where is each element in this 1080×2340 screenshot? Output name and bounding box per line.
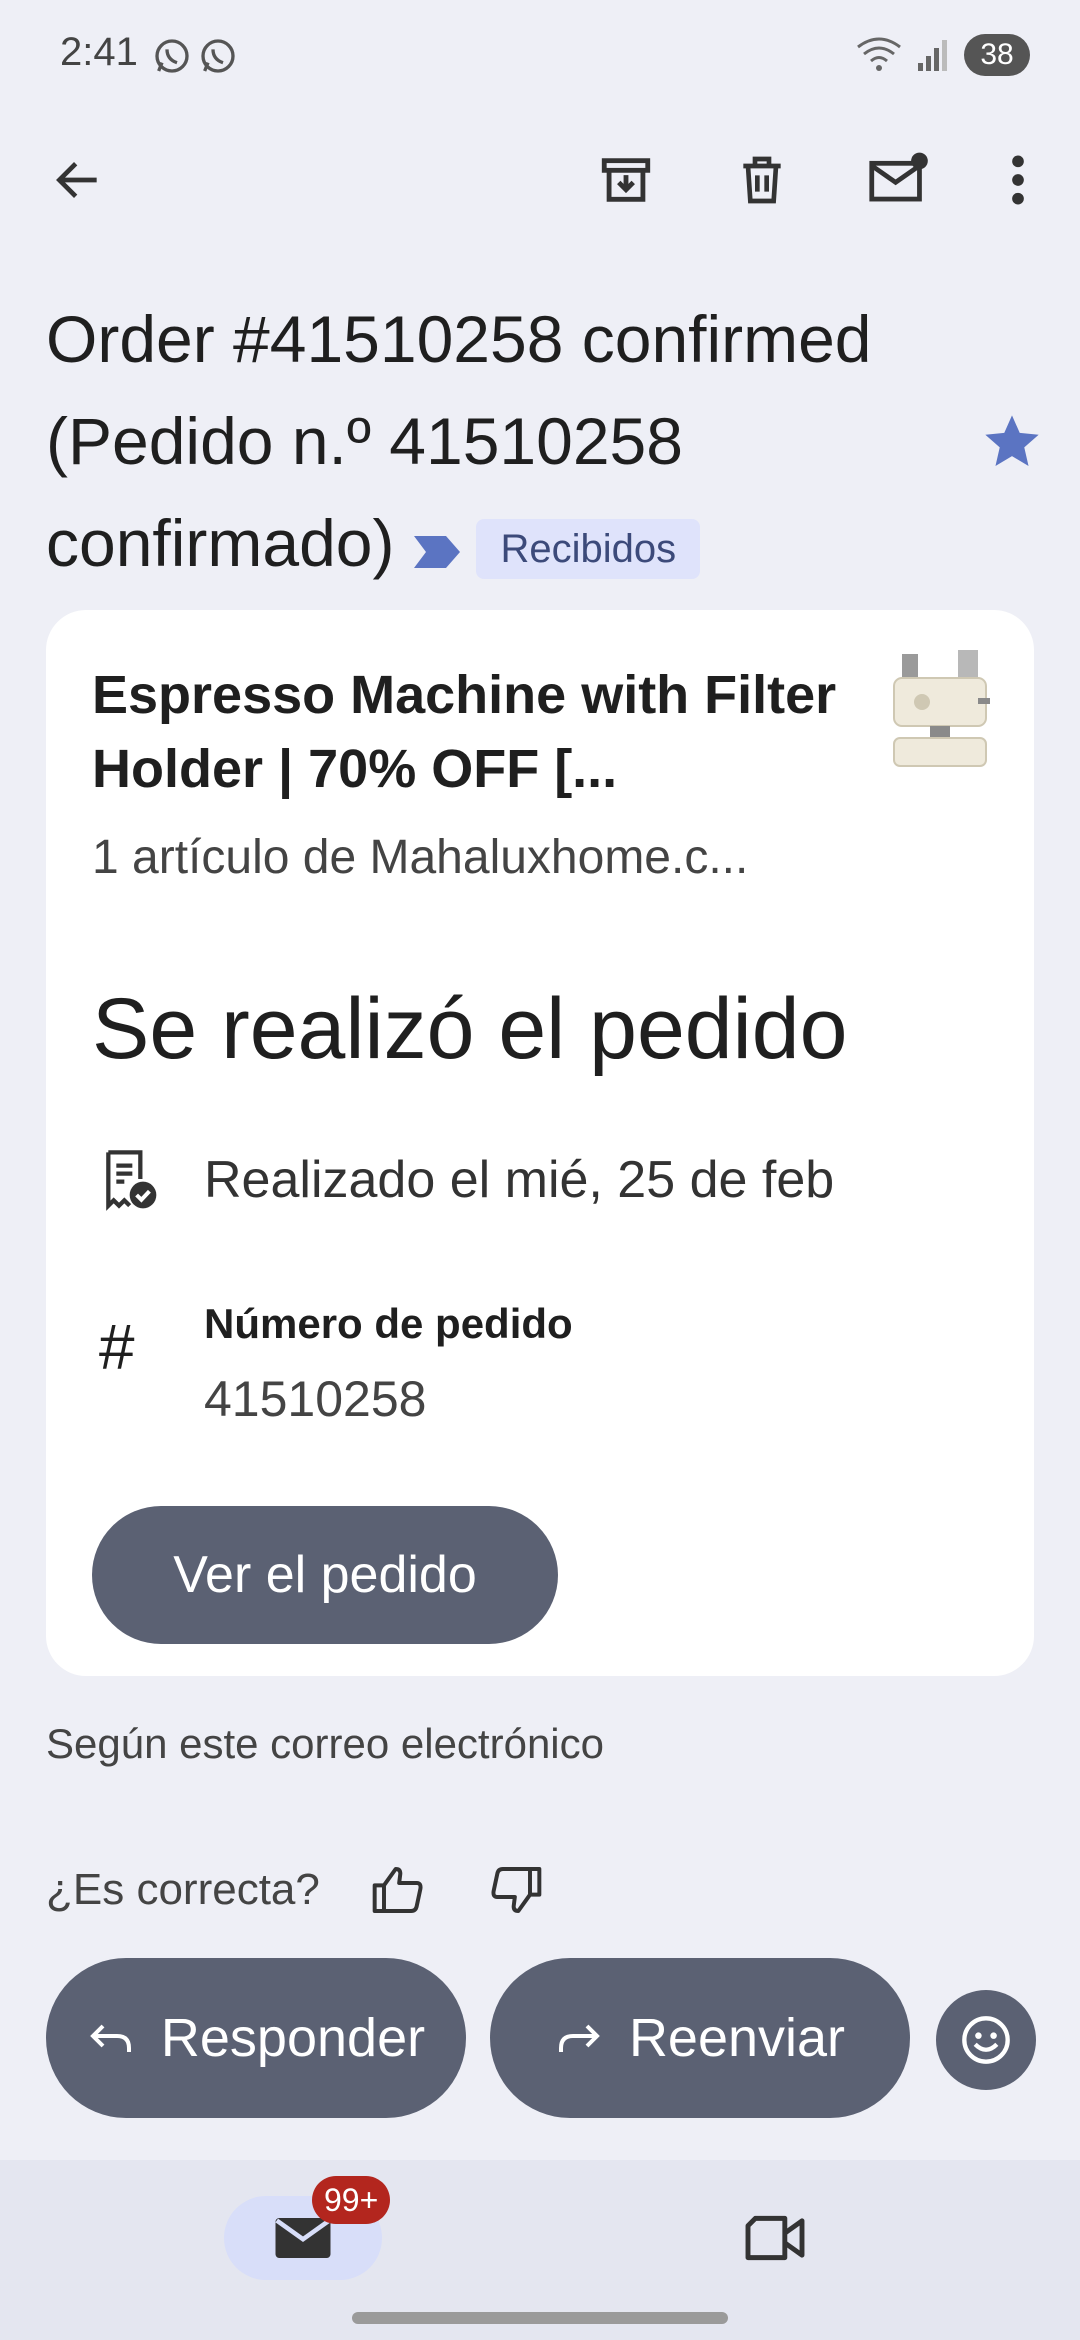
thumbs-up-icon — [372, 1867, 423, 1913]
order-summary-card: Espresso Machine with Filter Holder | 70… — [46, 610, 1034, 1676]
label-chip-inbox[interactable]: Recibidos — [476, 518, 701, 579]
arrow-left-icon — [56, 162, 97, 198]
thumbs-down-icon — [491, 1867, 542, 1913]
forward-icon — [558, 2024, 600, 2052]
forward-label: Reenviar — [628, 2008, 846, 2068]
bottom-navigation: 99+ — [0, 2160, 1080, 2340]
nav-meet-tab[interactable] — [730, 2198, 820, 2278]
forward-button[interactable]: Reenviar — [490, 1958, 910, 2118]
trash-icon — [743, 156, 781, 204]
status-bar: 2:41 38 — [0, 0, 1080, 110]
order-status-heading: Se realizó el pedido — [92, 981, 848, 1077]
email-subject: Order #41510258 confirmed (Pedido n.º 41… — [46, 288, 966, 600]
battery-indicator: 38 — [964, 34, 1030, 76]
order-number-value: 41510258 — [204, 1371, 427, 1427]
emoji-reaction-button[interactable] — [936, 1990, 1036, 2090]
archive-button[interactable] — [576, 130, 676, 230]
more-options-button[interactable] — [968, 130, 1068, 230]
unread-count-badge: 99+ — [312, 2176, 391, 2224]
status-time: 2:41 — [60, 30, 138, 74]
reply-icon — [90, 2024, 131, 2052]
whatsapp-icon — [201, 39, 235, 73]
hash-icon: # — [98, 1311, 134, 1383]
feedback-question: ¿Es correcta? — [46, 1865, 320, 1914]
feedback-row: ¿Es correcta? — [46, 1850, 556, 1930]
reply-button[interactable]: Responder — [46, 1958, 466, 2118]
source-info-text: Según este correo electrónico — [46, 1720, 604, 1767]
product-subtitle: 1 artículo de Mahaluxhome.c... — [92, 831, 749, 884]
gmail-message-screen: 2:41 38 Order #41510258 confirmed (Pedid… — [0, 0, 1080, 2340]
message-toolbar — [0, 130, 1080, 230]
video-camera-icon — [745, 2215, 805, 2261]
importance-marker-icon[interactable] — [412, 498, 462, 600]
product-image — [893, 650, 990, 767]
thumbs-up-button[interactable] — [358, 1850, 438, 1930]
order-number-label: Número de pedido — [204, 1300, 573, 1347]
signal-icon — [918, 40, 947, 71]
reply-label: Responder — [160, 2008, 426, 2068]
view-order-button[interactable]: Ver el pedido — [92, 1506, 558, 1644]
back-button[interactable] — [28, 130, 128, 230]
thumbs-down-button[interactable] — [476, 1850, 556, 1930]
star-icon[interactable] — [980, 410, 1044, 474]
mark-unread-button[interactable] — [848, 130, 948, 230]
whatsapp-icon — [155, 39, 189, 73]
archive-icon — [601, 158, 651, 202]
smiley-icon — [962, 2016, 1010, 2064]
home-indicator[interactable] — [352, 2312, 728, 2324]
more-vert-icon — [1012, 155, 1024, 205]
product-title: Espresso Machine with Filter Holder | 70… — [92, 665, 837, 799]
delete-button[interactable] — [712, 130, 812, 230]
wifi-icon — [857, 37, 901, 71]
mail-unread-icon — [869, 152, 928, 202]
order-placed-date: Realizado el mié, 25 de feb — [204, 1151, 835, 1209]
receipt-check-icon — [92, 1144, 162, 1214]
